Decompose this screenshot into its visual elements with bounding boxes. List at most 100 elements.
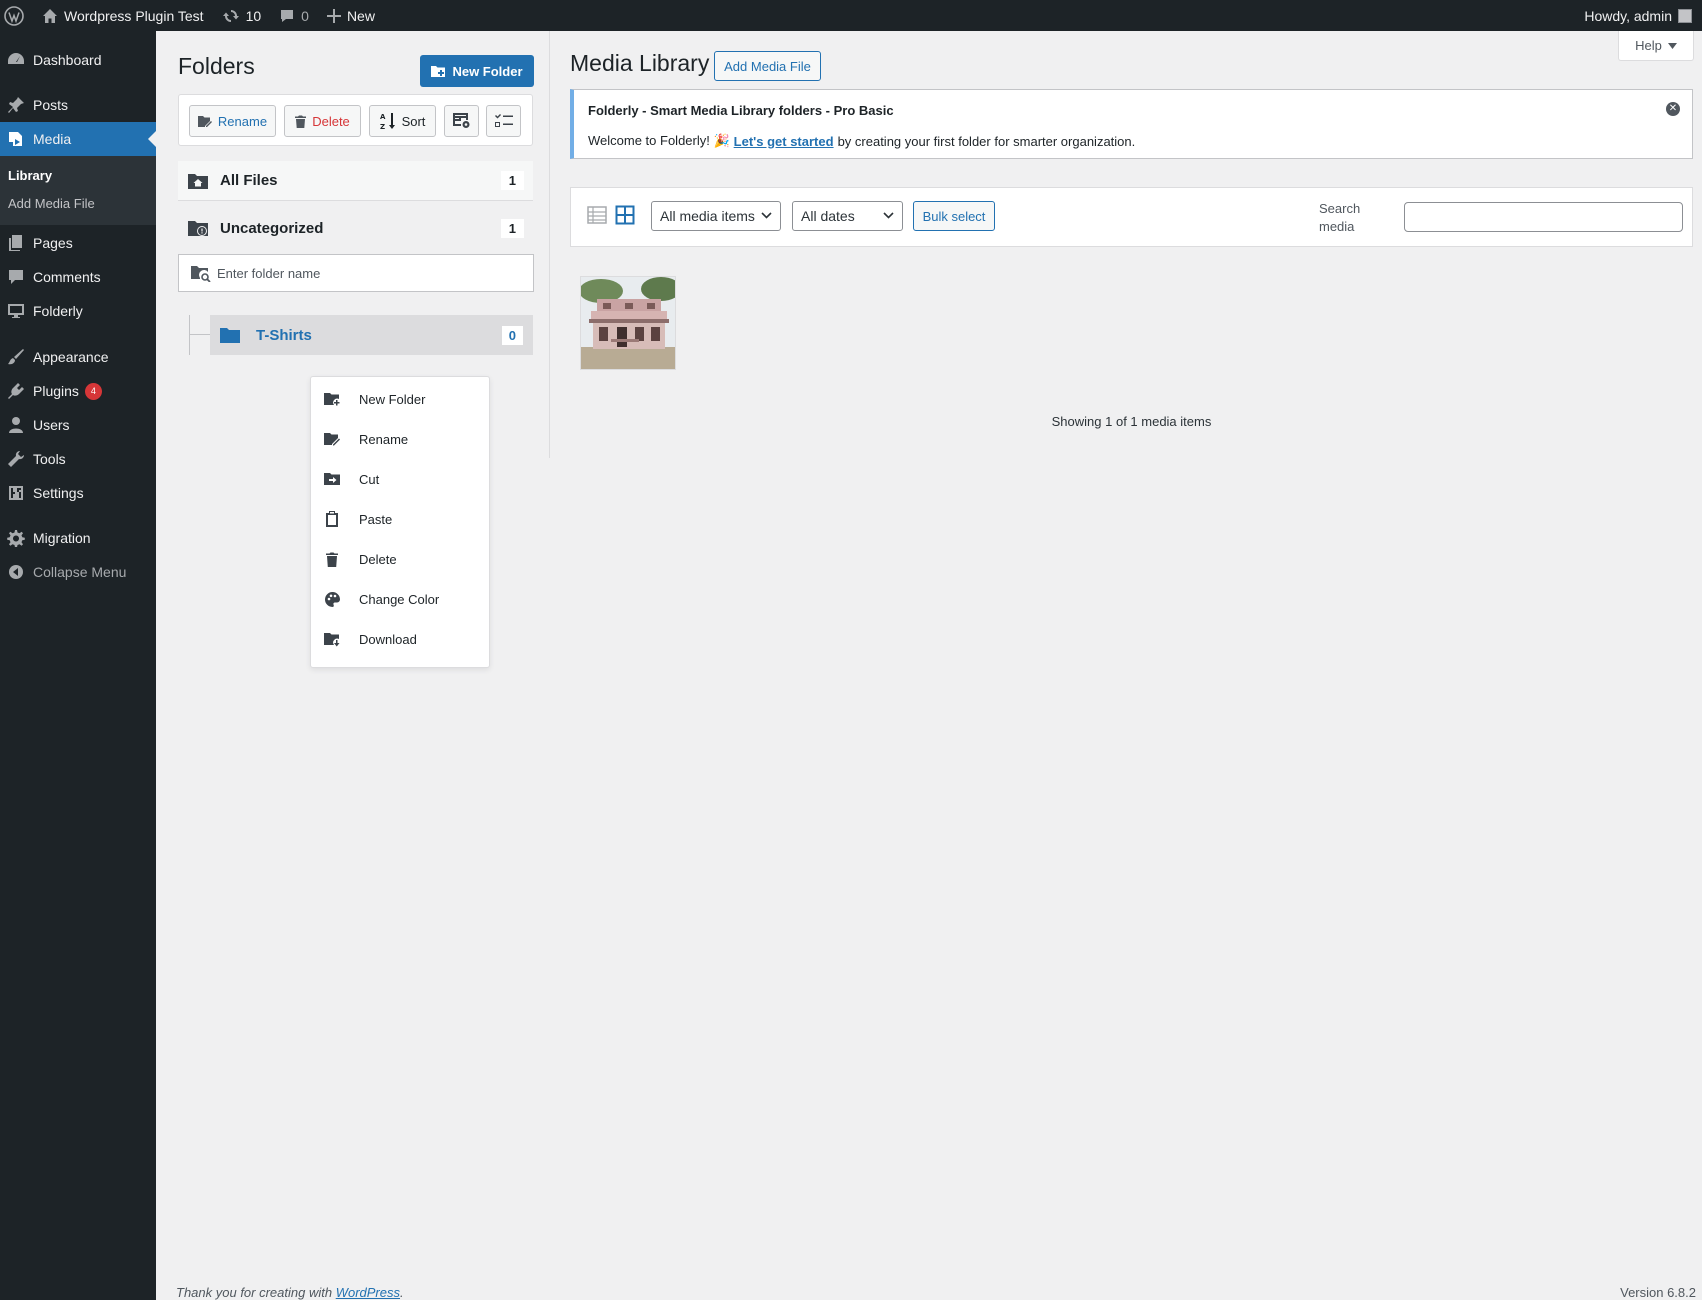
media-icon [9,132,22,146]
page-title: Media Library [570,50,710,76]
context-menu-cut[interactable]: Cut [311,462,489,496]
folder-search-box [178,254,534,292]
sidebar-item-media[interactable]: Media [0,122,156,156]
new-folder-button[interactable]: New Folder [420,55,534,87]
folder-tshirts-label: T-Shirts [256,326,312,344]
folder-alert-icon [188,221,208,236]
sidebar-item-users[interactable]: Users [0,408,156,442]
house-photo-image [581,277,675,369]
plugins-update-badge: 4 [84,382,102,400]
folder-context-menu: New Folder Rename Cut Paste Delete Chang… [310,376,490,668]
sidebar-item-folderly[interactable]: Folderly [0,294,156,328]
bulk-select-button[interactable]: Bulk select [913,201,995,231]
context-menu-download[interactable]: Download [311,622,489,656]
folder-settings-button[interactable] [444,105,479,137]
all-files-count: 1 [500,171,524,190]
comment-icon [9,270,23,284]
sidebar-item-label: Posts [33,97,69,113]
media-item-thumbnail[interactable] [580,276,676,370]
sidebar-item-pages[interactable]: Pages [0,226,156,260]
wordpress-logo-icon [4,5,24,26]
dashboard-icon [8,53,24,64]
trash-icon [295,115,307,128]
sidebar-item-dashboard[interactable]: Dashboard [0,43,156,77]
sort-button[interactable]: AZ Sort [369,105,436,137]
my-account[interactable]: Howdy, admin [1584,8,1702,24]
new-label: New [346,7,375,24]
add-media-file-button[interactable]: Add Media File [714,51,821,81]
clipboard-icon [326,511,338,527]
plugin-icon [8,383,24,399]
context-menu-paste[interactable]: Paste [311,502,489,536]
folder-search-input[interactable] [217,265,517,281]
notice-dismiss-icon[interactable]: ✕ [1666,102,1680,116]
context-menu-label: Change Color [359,591,440,607]
folder-toolbar: Rename Delete AZ Sort [178,94,533,146]
context-menu-rename[interactable]: Rename [311,422,489,456]
search-media-input[interactable] [1404,202,1683,232]
sidebar-item-posts[interactable]: Posts [0,88,156,122]
list-view-icon[interactable] [587,205,607,225]
context-menu-change-color[interactable]: Change Color [311,582,489,616]
wordpress-logo[interactable] [0,0,33,31]
sidebar-item-migration[interactable]: Migration [0,521,156,555]
notice-title: Folderly - Smart Media Library folders -… [588,103,894,118]
submenu-item-add-media-file[interactable]: Add Media File [8,196,95,211]
folder-plus-icon [324,393,340,406]
get-started-link[interactable]: Let's get started [734,134,834,149]
context-menu-label: Delete [359,551,397,567]
sidebar-item-label: Collapse Menu [33,564,127,580]
notice-text-after: by creating your first folder for smarte… [837,133,1136,149]
updates-link[interactable]: 10 [213,0,271,31]
checklist-icon [494,114,513,127]
context-menu-new-folder[interactable]: New Folder [311,382,489,416]
pages-icon [9,235,22,251]
folder-download-icon [324,632,340,646]
folder-all-files[interactable]: All Files 1 [178,161,533,201]
grid-view-icon[interactable] [615,205,635,225]
folders-title: Folders [178,53,255,79]
context-menu-label: Paste [359,511,393,527]
rename-label: Rename [217,113,268,129]
sidebar-item-label: Pages [33,235,73,251]
sidebar-item-appearance[interactable]: Appearance [0,340,156,374]
folder-uncategorized[interactable]: Uncategorized 1 [178,208,533,248]
sidebar-item-settings[interactable]: Settings [0,476,156,510]
site-name-link[interactable]: Wordpress Plugin Test [33,0,213,31]
tree-connector-vertical [189,315,190,355]
folder-move-icon [324,473,340,485]
sidebar-item-label: Dashboard [33,52,102,68]
delete-button[interactable]: Delete [284,105,361,137]
trash-icon [326,552,338,567]
chevron-down-icon [761,212,772,219]
home-icon [43,8,57,23]
collapse-menu-button[interactable]: Collapse Menu [0,555,156,589]
help-tab-button[interactable]: Help [1618,31,1694,61]
rename-button[interactable]: Rename [189,105,276,137]
wordpress-link[interactable]: WordPress [336,1285,400,1300]
folder-icon [220,327,240,343]
folder-tshirts[interactable]: T-Shirts 0 [210,315,533,355]
sidebar-item-plugins[interactable]: Plugins 4 [0,374,156,408]
folder-tshirts-count: 0 [501,325,523,345]
sidebar-item-label: Appearance [33,349,109,365]
context-menu-delete[interactable]: Delete [311,542,489,576]
sidebar-item-label: Tools [33,451,66,467]
media-type-filter[interactable]: All media items [651,201,781,231]
palette-icon [324,591,340,607]
sidebar-item-label: Settings [33,485,84,501]
comments-link[interactable]: 0 [270,0,318,31]
svg-text:Z: Z [380,123,385,130]
media-count-text: Showing 1 of 1 media items [1051,414,1212,429]
new-content-link[interactable]: New [318,0,384,31]
notice-text-before: Welcome to Folderly! 🎉 [588,133,730,148]
folder-home-icon [188,173,208,189]
date-filter[interactable]: All dates [792,201,903,231]
bulk-select-folders-button[interactable] [486,105,521,137]
folder-plus-icon [431,66,446,77]
submenu-item-library[interactable]: Library [8,168,52,183]
sidebar-item-tools[interactable]: Tools [0,442,156,476]
wrench-icon [8,450,25,467]
sidebar-item-comments[interactable]: Comments [0,260,156,294]
sidebar-item-label: Folderly [33,303,83,319]
